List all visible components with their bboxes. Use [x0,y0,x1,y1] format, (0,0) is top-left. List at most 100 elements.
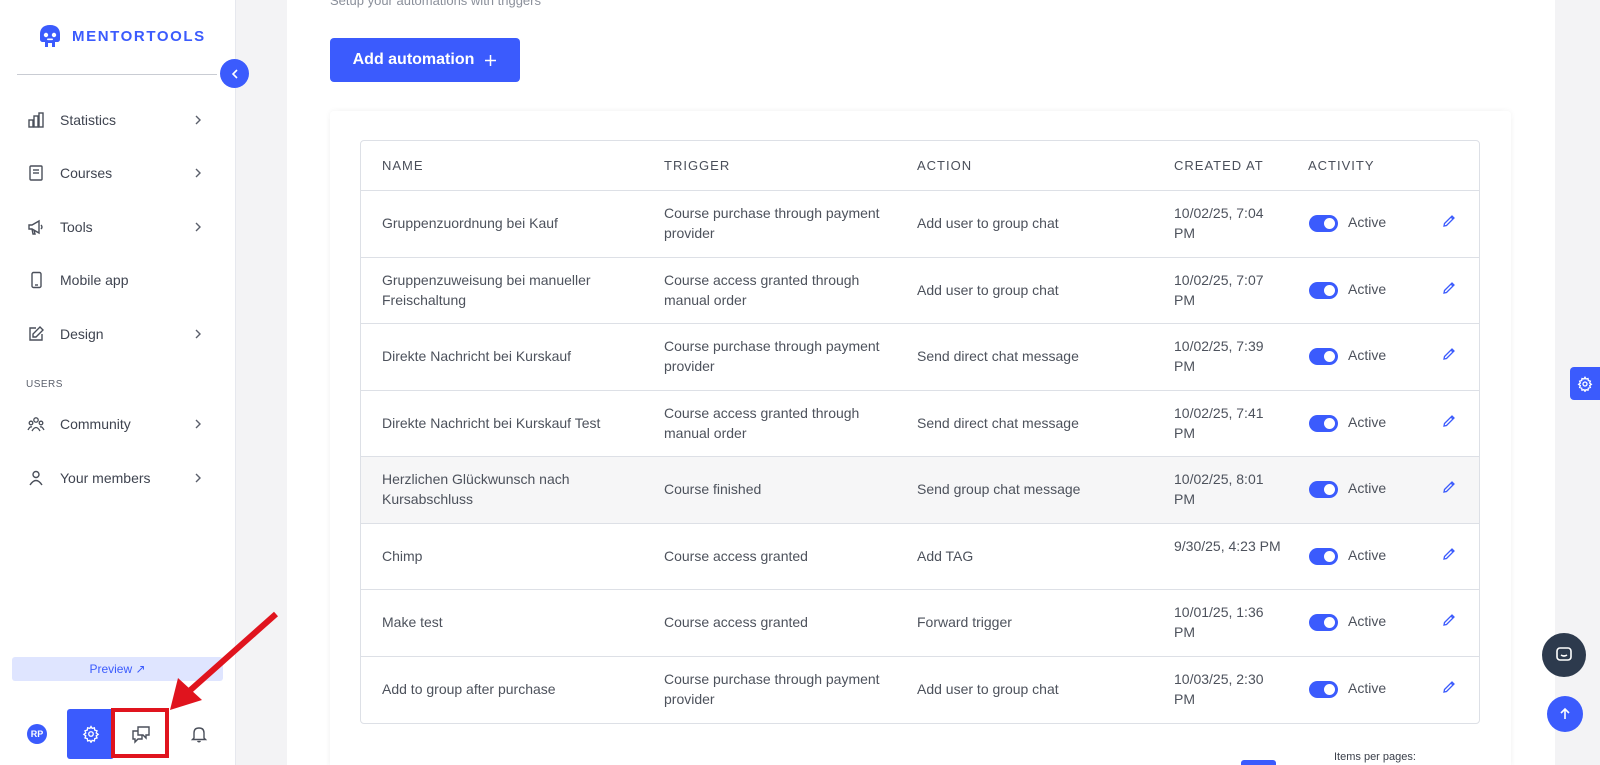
automation-trigger: Course access granted [664,547,808,564]
automation-action: Send direct chat message [917,414,1079,431]
sidebar-item-label: Statistics [60,112,117,128]
sidebar-item-community[interactable]: Community [26,412,206,436]
automation-created-at: 10/02/25, 8:01 PM [1174,471,1264,507]
sidebar-item-mobile-app[interactable]: Mobile app [26,268,206,292]
sidebar-divider [17,74,217,75]
automation-action: Add user to group chat [917,281,1059,298]
activity-toggle[interactable] [1309,614,1338,631]
sidebar-item-tools[interactable]: Tools [26,215,206,239]
side-settings-button[interactable] [1570,367,1600,400]
edit-pencil-icon[interactable] [1441,546,1457,562]
activity-status: Active [1348,480,1387,496]
edit-pencil-icon[interactable] [1441,280,1457,296]
chevron-right-icon [190,112,206,128]
scroll-to-top-button[interactable] [1547,696,1583,732]
column-header-action: ACTION [917,158,973,173]
bar-chart-icon [26,110,46,130]
settings-button[interactable] [67,709,114,759]
brand-name: MENTORTOOLS [72,27,206,45]
activity-status: Active [1348,546,1387,563]
chevron-right-icon [190,416,206,432]
page-subtitle: Setup your automations with triggers [330,0,541,8]
table-row[interactable]: Direkte Nachricht bei Kurskauf Course pu… [361,324,1479,391]
edit-pencil-icon[interactable] [1441,479,1457,495]
edit-pencil-icon[interactable] [1441,413,1457,429]
automation-trigger: Course purchase through payment provider [664,205,880,241]
logo[interactable]: MENTORTOOLS [36,22,206,50]
automation-trigger: Course access granted through manual ord… [664,404,860,441]
automation-action: Add user to group chat [917,215,1059,231]
activity-status: Active [1348,347,1387,363]
sidebar-item-label: Your members [60,470,151,486]
automation-created-at: 10/02/25, 7:39 PM [1174,338,1264,374]
bell-icon [190,727,207,743]
arrow-up-icon [1560,707,1570,719]
table-row[interactable]: Direkte Nachricht bei Kurskauf Test Cour… [361,391,1479,457]
sidebar-item-design[interactable]: Design [26,322,206,346]
sidebar-item-statistics[interactable]: Statistics [26,108,206,132]
table-row[interactable]: Gruppenzuweisung bei manueller Freischal… [361,258,1479,324]
gear-icon [1577,375,1593,392]
automation-trigger: Course finished [664,481,762,497]
table-row[interactable]: Make test Course access granted Forward … [361,590,1479,657]
edit-pencil-icon[interactable] [1441,346,1457,362]
automation-created-at: 9/30/25, 4:23 PM [1174,537,1281,554]
automation-name: Add to group after purchase [382,680,556,697]
activity-toggle[interactable] [1309,680,1338,698]
sidebar-item-label: Tools [60,219,93,235]
activity-toggle[interactable] [1309,348,1338,365]
preview-button[interactable]: Preview ↗ [12,657,223,681]
automation-created-at: 10/01/25, 1:36 PM [1174,604,1264,640]
automation-name: Gruppenzuordnung bei Kauf [382,215,558,231]
megaphone-icon [26,217,46,237]
automation-trigger: Course purchase through payment provider [664,338,880,374]
activity-toggle[interactable] [1309,281,1338,299]
column-header-created-at: CREATED AT [1174,158,1264,173]
chevron-left-icon [231,68,238,79]
pencil-square-icon [26,324,46,344]
activity-status: Active [1348,679,1387,696]
pagination-current-page[interactable] [1241,760,1276,765]
chevron-right-icon [190,470,206,486]
add-automation-button[interactable]: Add automation [330,38,520,82]
automation-name: Gruppenzuweisung bei manueller Freischal… [382,271,591,308]
automation-action: Send direct chat message [917,348,1079,364]
sidebar: MENTORTOOLS Statistics Courses Tools Mob… [0,0,236,765]
edit-pencil-icon[interactable] [1441,612,1457,628]
sidebar-item-label: Design [60,326,104,342]
automation-name: Direkte Nachricht bei Kurskauf [382,348,572,364]
activity-toggle[interactable] [1309,414,1338,432]
collapse-sidebar-button[interactable] [220,59,249,88]
sidebar-item-your-members[interactable]: Your members [26,466,206,490]
automation-created-at: 10/02/25, 7:07 PM [1174,271,1264,308]
messages-button[interactable] [117,709,164,759]
column-header-activity: ACTIVITY [1308,158,1375,173]
phone-icon [26,270,46,290]
table-row[interactable]: Herzlichen Glückwunsch nach Kursabschlus… [361,457,1479,524]
automation-trigger: Course purchase through payment provider [664,670,880,707]
activity-status: Active [1348,214,1387,230]
activity-status: Active [1348,413,1387,430]
activity-toggle[interactable] [1309,215,1338,232]
avatar[interactable]: RP [27,724,47,744]
automation-action: Send group chat message [917,481,1081,497]
activity-status: Active [1348,613,1387,629]
table-row[interactable]: Add to group after purchase Course purch… [361,657,1479,724]
chat-bubbles-icon [131,726,150,744]
activity-toggle[interactable] [1309,481,1338,498]
support-chat-button[interactable] [1542,633,1586,677]
column-header-name: NAME [382,158,424,173]
automation-name: Herzlichen Glückwunsch nach Kursabschlus… [382,471,570,507]
table-row[interactable]: Gruppenzuordnung bei Kauf Course purchas… [361,191,1479,258]
notifications-button[interactable] [175,709,222,759]
chat-icon [1556,647,1572,661]
activity-toggle[interactable] [1309,547,1338,565]
automation-action: Forward trigger [917,614,1012,630]
chevron-right-icon [190,326,206,342]
robot-logo-icon [40,25,60,47]
edit-pencil-icon[interactable] [1441,679,1457,695]
edit-pencil-icon[interactable] [1441,213,1457,229]
table-row[interactable]: Chimp Course access granted Add TAG 9/30… [361,524,1479,590]
chevron-right-icon [190,165,206,181]
sidebar-item-courses[interactable]: Courses [26,161,206,185]
